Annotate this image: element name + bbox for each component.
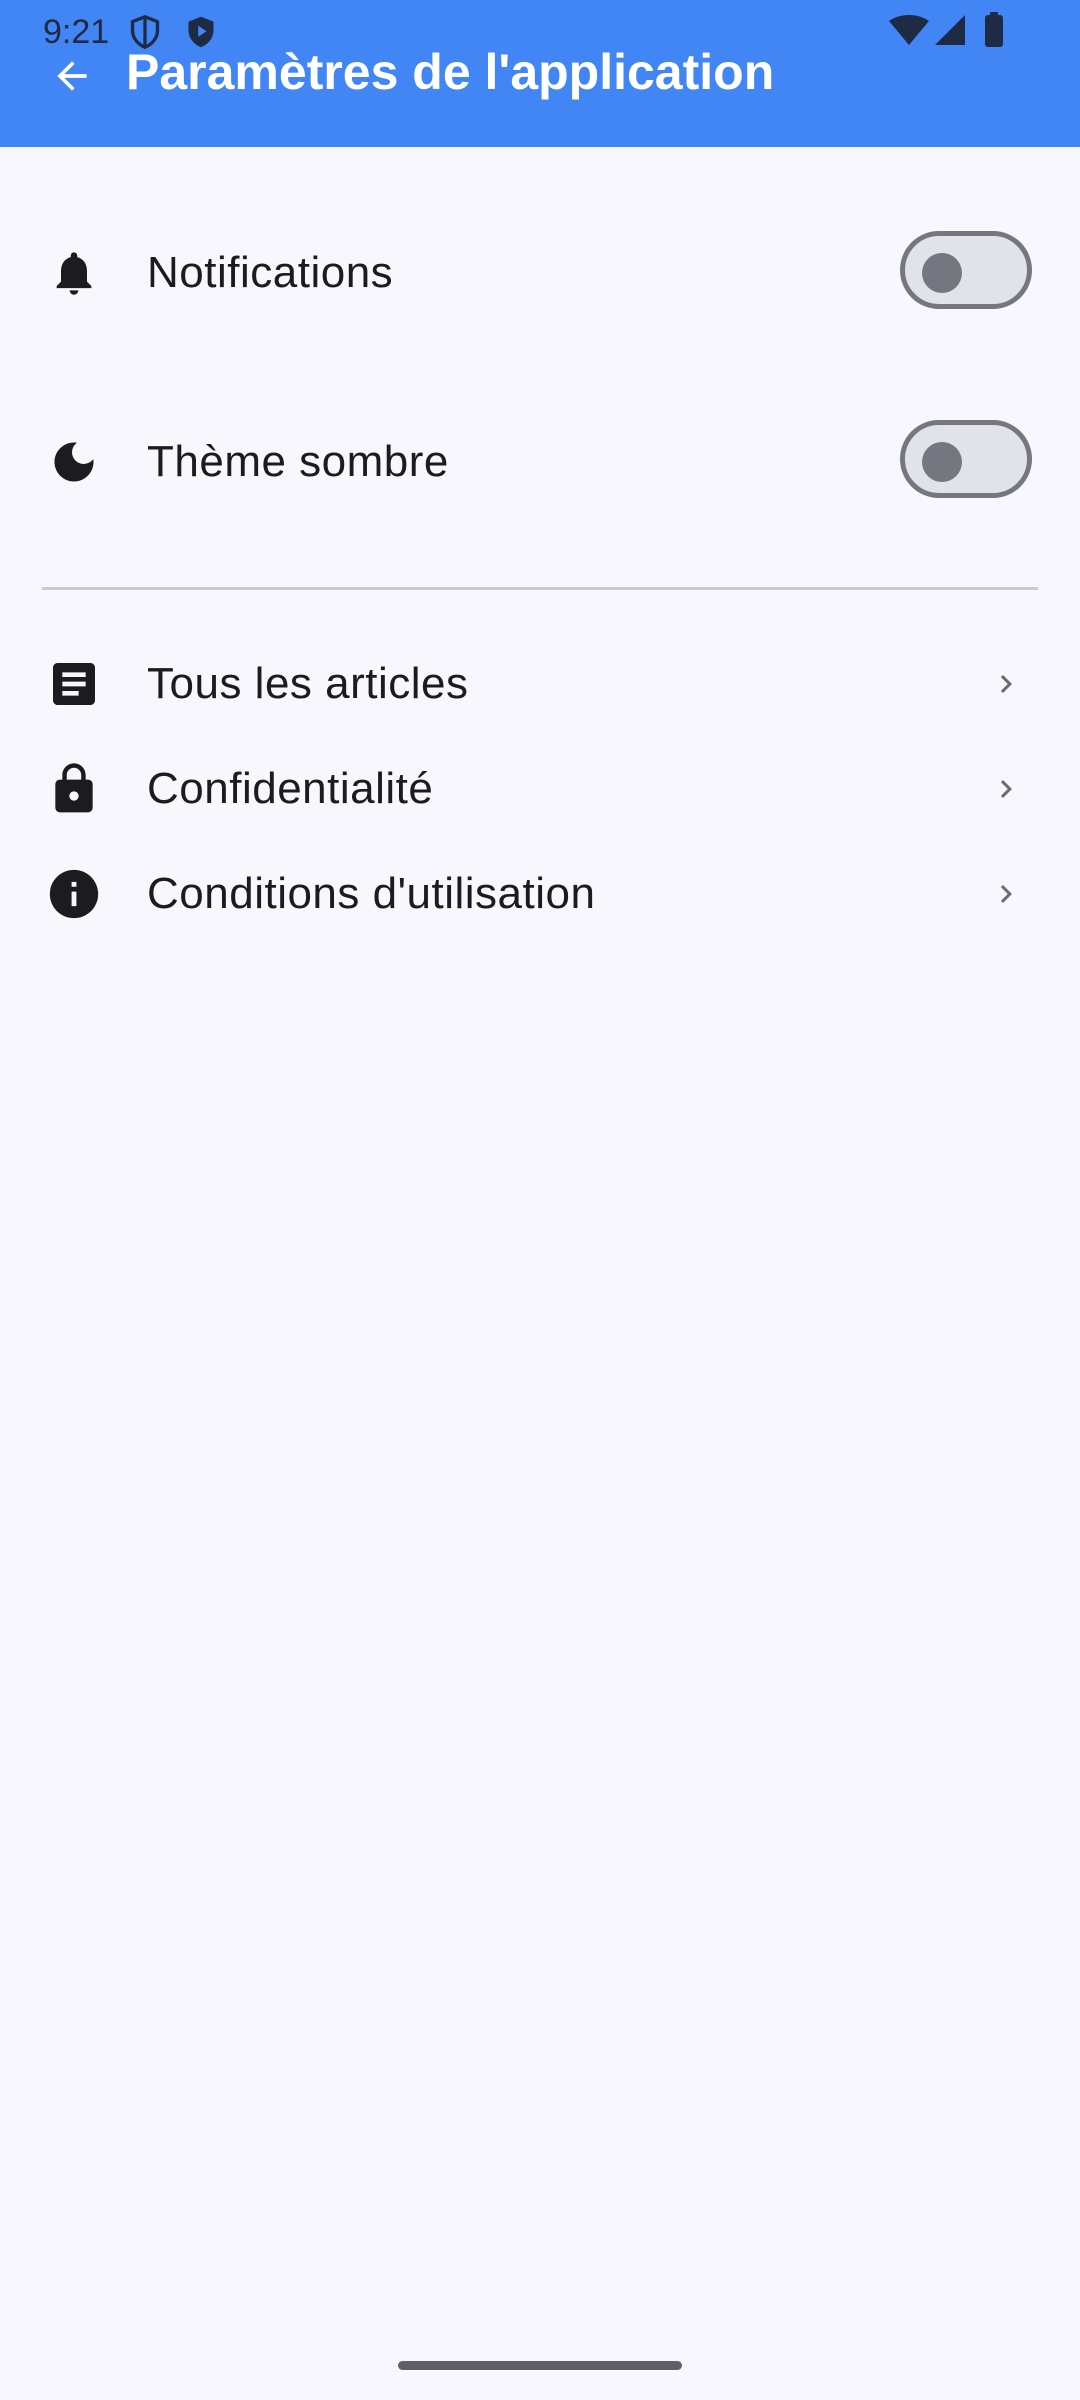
moon-icon [44, 432, 104, 492]
info-icon [44, 864, 104, 924]
wifi-icon [888, 14, 930, 51]
lock-icon [44, 759, 104, 819]
page-title: Paramètres de l'application [126, 44, 775, 100]
chevron-right-icon [988, 771, 1024, 807]
all-articles-label: Tous les articles [147, 659, 469, 708]
terms-of-use-item[interactable]: Conditions d'utilisation [0, 844, 1080, 944]
dark-theme-label: Thème sombre [147, 437, 449, 486]
chevron-right-icon [988, 876, 1024, 912]
divider [42, 587, 1038, 590]
toggle-knob [922, 442, 962, 482]
privacy-label: Confidentialité [147, 764, 434, 813]
notifications-label: Notifications [147, 248, 394, 297]
dark-theme-row[interactable]: Thème sombre [0, 402, 1080, 522]
cell-signal-icon [934, 14, 966, 51]
back-button[interactable] [44, 48, 100, 104]
toggle-knob [922, 253, 962, 293]
notifications-row[interactable]: Notifications [0, 213, 1080, 333]
article-icon [44, 654, 104, 714]
bell-icon [44, 243, 104, 303]
home-indicator[interactable] [398, 2361, 682, 2370]
privacy-item[interactable]: Confidentialité [0, 739, 1080, 839]
terms-of-use-label: Conditions d'utilisation [147, 869, 596, 918]
all-articles-item[interactable]: Tous les articles [0, 634, 1080, 734]
battery-icon [984, 12, 1004, 53]
dark-theme-toggle[interactable] [900, 420, 1032, 498]
arrow-back-icon [57, 61, 87, 91]
chevron-right-icon [988, 666, 1024, 702]
app-bar: 9:21 Paramètres de l'application [0, 0, 1080, 147]
status-time: 9:21 [43, 13, 110, 51]
notifications-toggle[interactable] [900, 231, 1032, 309]
